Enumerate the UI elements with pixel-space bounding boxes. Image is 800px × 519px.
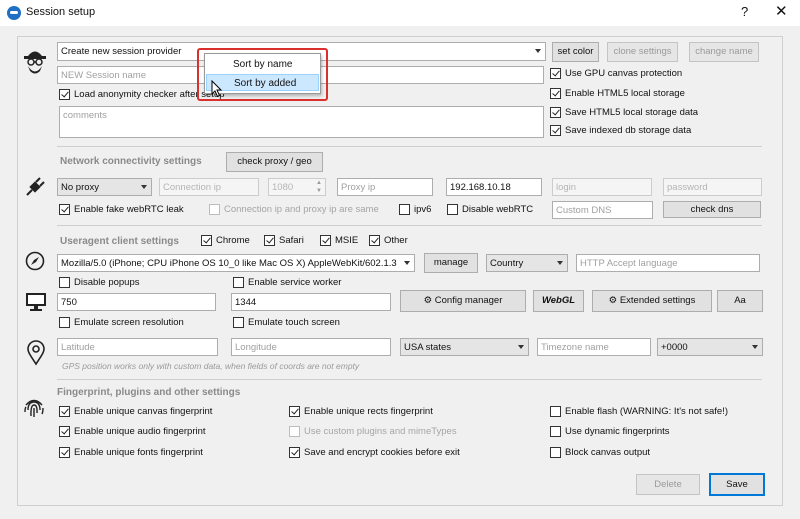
comments-input[interactable]: comments [59,106,544,138]
custom-plugins-checkbox[interactable]: Use custom plugins and mimeTypes [289,426,457,437]
disable-webrtc-checkbox[interactable]: Disable webRTC [447,204,533,215]
gear-icon: ⚙ [608,295,618,306]
connection-ip-input[interactable]: Connection ip [159,178,259,196]
save-cookies-checkbox[interactable]: Save and encrypt cookies before exit [289,447,460,458]
custom-dns-input[interactable]: Custom DNS [552,201,653,219]
save-button[interactable]: Save [709,473,765,496]
change-name-button[interactable]: change name [689,42,759,62]
screen-width-input[interactable]: 750 [57,293,216,311]
divider [57,379,762,380]
plug-icon [26,177,45,196]
fake-webrtc-checkbox[interactable]: Enable fake webRTC leak [59,204,184,215]
ipv6-checkbox[interactable]: ipv6 [399,204,431,215]
help-button[interactable]: ? [741,4,748,19]
compass-icon [25,251,45,271]
local-ip-input[interactable]: 192.168.10.18 [446,178,542,196]
fonts-button[interactable]: Aa [717,290,763,312]
password-input[interactable]: password [663,178,762,196]
msie-checkbox[interactable]: MSIE [320,235,358,246]
sliders-icon: ⚙ [423,295,433,306]
spy-hat-icon [24,51,46,74]
other-checkbox[interactable]: Other [369,235,408,246]
html5-storage-checkbox[interactable]: Enable HTML5 local storage [550,88,685,99]
useragent-section-title: Useragent client settings [60,236,179,247]
screen-height-input[interactable]: 1344 [231,293,391,311]
canvas-fingerprint-checkbox[interactable]: Enable unique canvas fingerprint [59,406,212,417]
proxy-type-select[interactable]: No proxy [57,178,152,196]
set-color-button[interactable]: set color [552,42,599,62]
timezone-offset-select[interactable]: +0000 [657,338,763,356]
longitude-input[interactable]: Longitude [231,338,391,356]
flash-checkbox[interactable]: Enable flash (WARNING: It's not safe!) [550,406,728,417]
window-title: Session setup [26,6,96,18]
service-worker-checkbox[interactable]: Enable service worker [233,277,341,288]
network-section-title: Network connectivity settings [60,156,202,167]
country-select[interactable]: Country [486,254,568,272]
mouse-cursor-icon [211,80,223,98]
block-canvas-checkbox[interactable]: Block canvas output [550,447,650,458]
spin-arrows-icon[interactable]: ▲ ▼ [316,179,322,195]
fingerprint-icon [24,399,44,417]
useragent-select[interactable]: Mozilla/5.0 (iPhone; CPU iPhone OS 10_0 … [57,254,415,272]
login-input[interactable]: login [552,178,652,196]
disable-popups-checkbox[interactable]: Disable popups [59,277,140,288]
title-bar: Session setup ? ✕ [0,0,800,26]
manage-button[interactable]: manage [424,253,478,273]
save-html5-checkbox[interactable]: Save HTML5 local storage data [550,107,698,118]
divider [57,146,762,147]
safari-checkbox[interactable]: Safari [264,235,304,246]
clone-settings-button[interactable]: clone settings [607,42,678,62]
check-dns-button[interactable]: check dns [663,201,761,218]
divider [57,225,762,226]
checkbox-box [59,89,70,100]
states-select[interactable]: USA states [400,338,529,356]
webgl-button[interactable]: WebGL [533,290,584,312]
gpu-canvas-checkbox[interactable]: Use GPU canvas protection [550,68,682,79]
config-manager-button[interactable]: ⚙ Config manager [400,290,526,312]
emulate-touch-checkbox[interactable]: Emulate touch screen [233,317,340,328]
emulate-resolution-checkbox[interactable]: Emulate screen resolution [59,317,184,328]
timezone-input[interactable]: Timezone name [537,338,651,356]
dynamic-fingerprints-checkbox[interactable]: Use dynamic fingerprints [550,426,670,437]
audio-fingerprint-checkbox[interactable]: Enable unique audio fingerprint [59,426,206,437]
gps-hint: GPS position works only with custom data… [62,361,360,371]
ip-same-checkbox[interactable]: Connection ip and proxy ip are same [209,204,379,215]
extended-settings-button[interactable]: ⚙ Extended settings [592,290,712,312]
app-icon [7,6,21,20]
rects-fingerprint-checkbox[interactable]: Enable unique rects fingerprint [289,406,433,417]
delete-button[interactable]: Delete [636,474,700,495]
chrome-checkbox[interactable]: Chrome [201,235,250,246]
location-pin-icon [27,340,45,366]
port-input[interactable]: 1080 ▲ ▼ [268,178,326,196]
save-indexeddb-checkbox[interactable]: Save indexed db storage data [550,125,691,136]
close-button[interactable]: ✕ [775,2,788,20]
fingerprint-section-title: Fingerprint, plugins and other settings [57,387,241,398]
monitor-icon [26,293,46,311]
fonts-fingerprint-checkbox[interactable]: Enable unique fonts fingerprint [59,447,203,458]
sort-by-name-item[interactable]: Sort by name [206,56,319,73]
latitude-input[interactable]: Latitude [57,338,218,356]
proxy-ip-input[interactable]: Proxy ip [337,178,433,196]
check-proxy-button[interactable]: check proxy / geo [226,152,323,172]
accept-language-input[interactable]: HTTP Accept language [576,254,760,272]
